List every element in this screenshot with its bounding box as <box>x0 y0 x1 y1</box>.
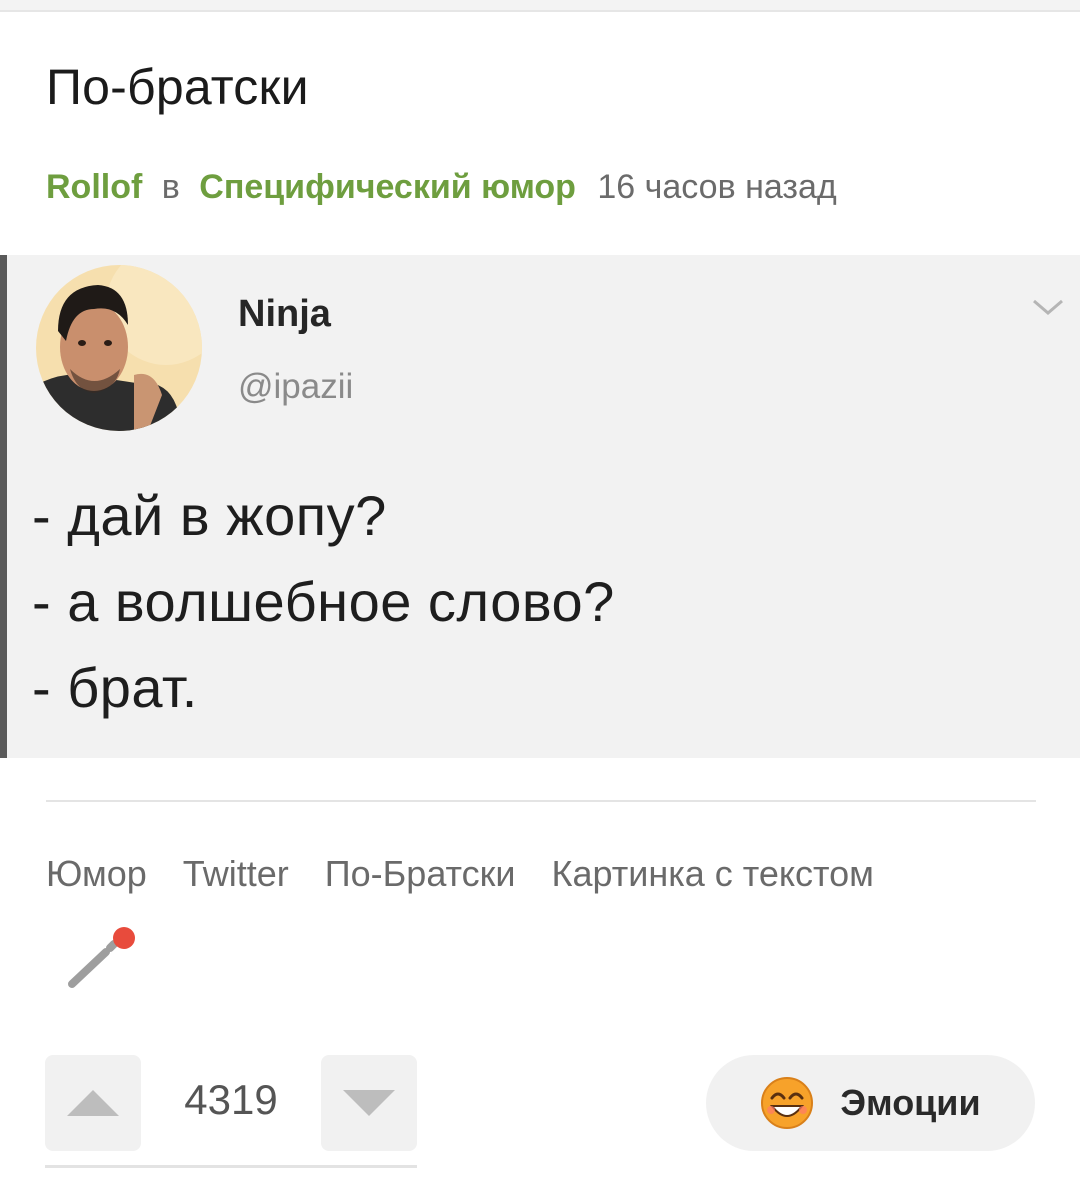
post-image-tweet[interactable]: Ninja @ipazii - дай в жопу? - а волшебно… <box>0 255 1080 758</box>
avatar <box>36 265 202 431</box>
post-time: 16 часов назад <box>597 168 837 206</box>
image-edge <box>0 255 7 758</box>
meta-preposition: в <box>161 168 180 206</box>
post-meta: Rollof в Специфический юмор 16 часов наз… <box>46 168 837 207</box>
tag-list: Юмор Twitter По-Братски Картинка с текст… <box>46 853 874 895</box>
pencil-icon[interactable] <box>62 920 142 1000</box>
tweet-text-line: - брат. <box>32 656 198 719</box>
triangle-up-icon <box>67 1090 119 1116</box>
tweet-author-name: Ninja <box>238 293 331 335</box>
community-link[interactable]: Специфический юмор <box>199 168 576 206</box>
tweet-text-line: - дай в жопу? <box>32 484 387 547</box>
smiling-face-icon <box>761 1077 814 1129</box>
chevron-down-icon <box>1033 299 1063 315</box>
tweet-text-line: - а волшебное слово? <box>32 570 615 633</box>
rating-value: 4319 <box>184 1076 278 1123</box>
vote-up-button[interactable] <box>45 1055 141 1151</box>
tag-humor[interactable]: Юмор <box>46 853 147 895</box>
tweet-author-handle: @ipazii <box>238 367 354 406</box>
content-divider <box>46 800 1036 802</box>
tag-twitter[interactable]: Twitter <box>183 853 289 895</box>
tag-picture-with-text[interactable]: Картинка с текстом <box>552 853 874 895</box>
tag-po-bratski[interactable]: По-Братски <box>325 853 516 895</box>
emotions-button[interactable]: Эмоции <box>706 1055 1035 1151</box>
triangle-down-icon <box>343 1090 395 1116</box>
top-separator <box>0 0 1080 12</box>
bottom-divider <box>45 1165 417 1168</box>
vote-down-button[interactable] <box>321 1055 417 1151</box>
emotions-label: Эмоции <box>840 1082 981 1123</box>
post-title[interactable]: По-братски <box>46 58 309 116</box>
author-link[interactable]: Rollof <box>46 168 142 206</box>
